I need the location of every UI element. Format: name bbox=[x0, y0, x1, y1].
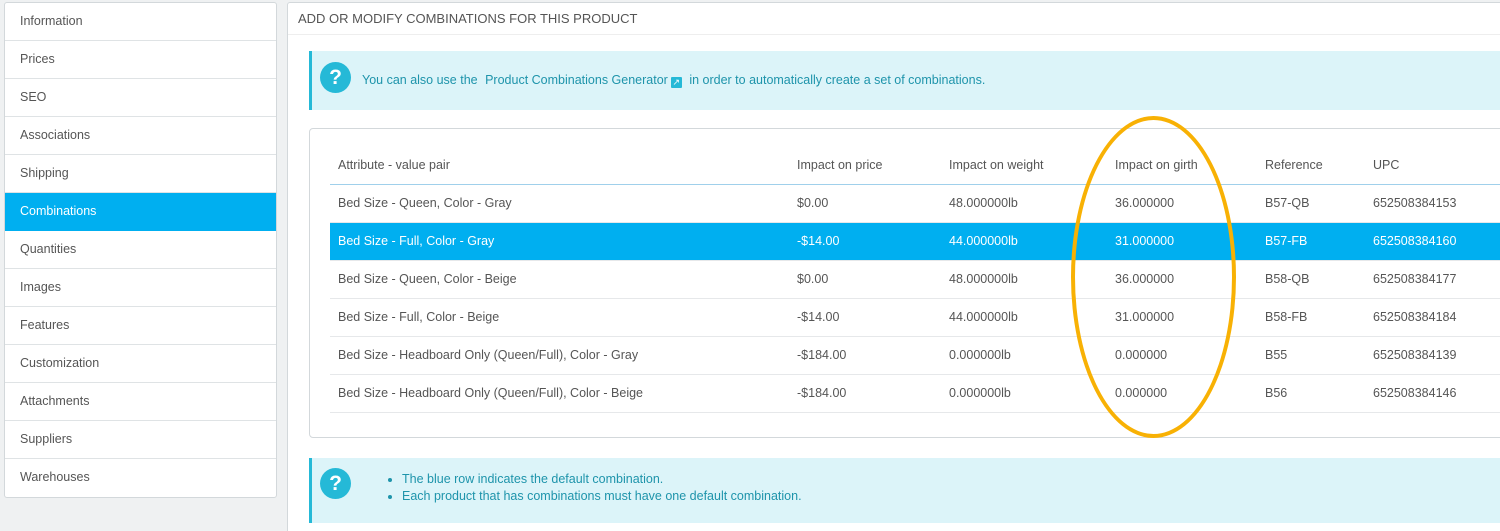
table-cell: -$14.00 bbox=[789, 298, 941, 337]
info-alert-text: You can also use the Product Combination… bbox=[362, 73, 985, 88]
table-cell: 0.000000 bbox=[1107, 374, 1257, 413]
table-header-row: Attribute - value pair Impact on price Imp… bbox=[330, 147, 1500, 185]
table-cell: 0.000000lb bbox=[941, 374, 1107, 413]
info-alert: ? You can also use the Product Combinati… bbox=[309, 51, 1500, 110]
table-cell: B58-FB bbox=[1257, 298, 1365, 337]
table-cell: -$14.00 bbox=[789, 222, 941, 261]
combinations-table: Attribute - value pair Impact on price Imp… bbox=[330, 147, 1500, 413]
help-alert-list: The blue row indicates the default combi… bbox=[402, 471, 802, 505]
column-header: UPC bbox=[1365, 147, 1500, 185]
table-cell: 652508384153 bbox=[1365, 184, 1500, 223]
table-cell: Bed Size - Headboard Only (Queen/Full), … bbox=[330, 374, 789, 413]
sidebar-item-combinations[interactable]: Combinations bbox=[5, 193, 276, 231]
sidebar-item-quantities[interactable]: Quantities bbox=[5, 231, 276, 269]
table-cell: Bed Size - Headboard Only (Queen/Full), … bbox=[330, 336, 789, 375]
table-cell: -$184.00 bbox=[789, 374, 941, 413]
table-cell: 652508384160 bbox=[1365, 222, 1500, 261]
sidebar-item-features[interactable]: Features bbox=[5, 307, 276, 345]
table-cell: B56 bbox=[1257, 374, 1365, 413]
table-cell: B58-QB bbox=[1257, 260, 1365, 299]
table-row[interactable]: Bed Size - Queen, Color - Beige $0.00 48.0… bbox=[330, 260, 1500, 299]
sidebar-item-information[interactable]: Information bbox=[5, 3, 276, 41]
table-cell: 36.000000 bbox=[1107, 260, 1257, 299]
info-alert-suffix: in order to automatically create a set o… bbox=[689, 73, 986, 87]
help-alert: ? The blue row indicates the default com… bbox=[309, 458, 1500, 523]
table-cell: $0.00 bbox=[789, 184, 941, 223]
table-row[interactable]: Bed Size - Headboard Only (Queen/Full), … bbox=[330, 374, 1500, 413]
sidebar-item-attachments[interactable]: Attachments bbox=[5, 383, 276, 421]
column-header: Reference bbox=[1257, 147, 1365, 185]
help-alert-item: The blue row indicates the default combi… bbox=[402, 471, 802, 488]
table-cell: B55 bbox=[1257, 336, 1365, 375]
table-row[interactable]: Bed Size - Full, Color - Gray -$14.00 44.0… bbox=[330, 222, 1500, 261]
table-cell: 44.000000lb bbox=[941, 222, 1107, 261]
help-icon: ? bbox=[320, 62, 351, 93]
sidebar-item-customization[interactable]: Customization bbox=[5, 345, 276, 383]
table-cell: B57-QB bbox=[1257, 184, 1365, 223]
table-cell: 36.000000 bbox=[1107, 184, 1257, 223]
panel-title: ADD OR MODIFY COMBINATIONS FOR THIS PROD… bbox=[288, 3, 1500, 35]
table-cell: 31.000000 bbox=[1107, 298, 1257, 337]
table-cell: 0.000000 bbox=[1107, 336, 1257, 375]
table-row[interactable]: Bed Size - Queen, Color - Gray $0.00 48.00… bbox=[330, 184, 1500, 223]
help-icon: ? bbox=[320, 468, 351, 499]
column-header: Impact on weight bbox=[941, 147, 1107, 185]
table-cell: 0.000000lb bbox=[941, 336, 1107, 375]
table-cell: -$184.00 bbox=[789, 336, 941, 375]
table-cell: Bed Size - Queen, Color - Gray bbox=[330, 184, 789, 223]
table-cell: Bed Size - Full, Color - Beige bbox=[330, 298, 789, 337]
sidebar-item-prices[interactable]: Prices bbox=[5, 41, 276, 79]
info-alert-prefix: You can also use the bbox=[362, 73, 478, 87]
column-header: Attribute - value pair bbox=[330, 147, 789, 185]
product-tabs-sidebar: Information Prices SEO Associations Shipping… bbox=[4, 2, 277, 498]
combinations-generator-link[interactable]: Product Combinations Generator ↗ bbox=[485, 73, 682, 88]
sidebar-item-warehouses[interactable]: Warehouses bbox=[5, 459, 276, 497]
external-link-icon: ↗ bbox=[670, 77, 682, 88]
table-cell: 652508384177 bbox=[1365, 260, 1500, 299]
table-cell: 652508384146 bbox=[1365, 374, 1500, 413]
table-cell: Bed Size - Queen, Color - Beige bbox=[330, 260, 789, 299]
product-editor: Information Prices SEO Associations Shipping… bbox=[0, 0, 1500, 531]
table-cell: $0.00 bbox=[789, 260, 941, 299]
table-cell: 652508384184 bbox=[1365, 298, 1500, 337]
sidebar-item-shipping[interactable]: Shipping bbox=[5, 155, 276, 193]
table-cell: 48.000000lb bbox=[941, 184, 1107, 223]
table-cell: Bed Size - Full, Color - Gray bbox=[330, 222, 789, 261]
combinations-panel: ADD OR MODIFY COMBINATIONS FOR THIS PROD… bbox=[287, 2, 1500, 531]
sidebar-item-suppliers[interactable]: Suppliers bbox=[5, 421, 276, 459]
table-cell: 44.000000lb bbox=[941, 298, 1107, 337]
column-header: Impact on price bbox=[789, 147, 941, 185]
combinations-table-card: Attribute - value pair Impact on price Imp… bbox=[309, 128, 1500, 438]
table-cell: 31.000000 bbox=[1107, 222, 1257, 261]
help-alert-item: Each product that has combinations must … bbox=[402, 488, 802, 505]
table-cell: B57-FB bbox=[1257, 222, 1365, 261]
sidebar-item-images[interactable]: Images bbox=[5, 269, 276, 307]
table-cell: 652508384139 bbox=[1365, 336, 1500, 375]
table-row[interactable]: Bed Size - Headboard Only (Queen/Full), … bbox=[330, 336, 1500, 375]
table-row[interactable]: Bed Size - Full, Color - Beige -$14.00 44.… bbox=[330, 298, 1500, 337]
table-cell: 48.000000lb bbox=[941, 260, 1107, 299]
sidebar-item-associations[interactable]: Associations bbox=[5, 117, 276, 155]
column-header: Impact on girth bbox=[1107, 147, 1257, 185]
sidebar-item-seo[interactable]: SEO bbox=[5, 79, 276, 117]
